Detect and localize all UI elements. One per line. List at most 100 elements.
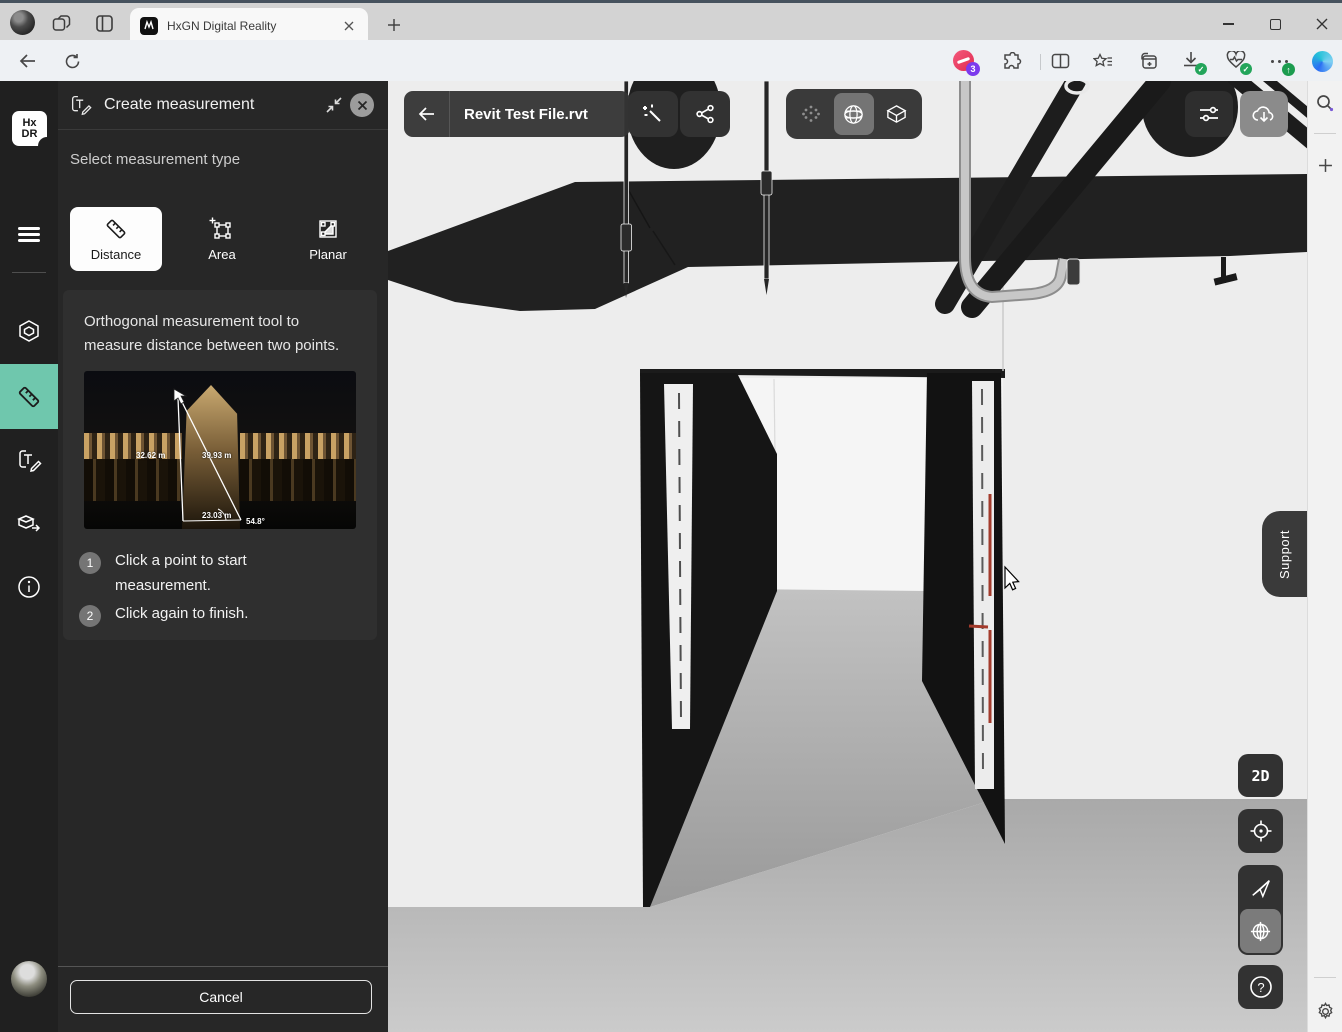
locate-button[interactable] <box>1238 809 1283 853</box>
hamburger-icon <box>17 226 41 242</box>
download-asset-button[interactable] <box>1240 91 1288 137</box>
3d-viewer[interactable]: Revit Test File.rvt <box>388 81 1307 1032</box>
share-button[interactable] <box>680 91 730 137</box>
panel-header: Create measurement <box>58 81 388 130</box>
refresh-icon[interactable] <box>60 49 84 73</box>
step-1-text: Click a point to start measurement. <box>115 549 345 599</box>
measurement-type-label: Select measurement type <box>70 151 240 168</box>
support-tab[interactable]: Support <box>1262 511 1307 597</box>
globe-crosshair-icon <box>1249 920 1272 943</box>
distance-ruler-icon <box>103 216 129 242</box>
type-planar-label: Planar <box>309 247 347 262</box>
cancel-button[interactable]: Cancel <box>70 980 372 1014</box>
downloads-icon[interactable]: ✓ <box>1180 49 1204 73</box>
revit-model-scene <box>388 81 1307 1032</box>
close-panel-button[interactable] <box>348 91 376 119</box>
create-measurement-panel: Create measurement Select measurement t <box>58 81 388 1032</box>
settings-more-icon[interactable]: ↑ <box>1268 49 1292 73</box>
step-2: 2 Click again to finish. <box>79 602 345 627</box>
browser-titlebar: HxGN Digital Reality <box>0 3 1342 40</box>
window-maximize-button[interactable] <box>1260 15 1290 33</box>
red-marker-tick <box>969 626 988 627</box>
window-minimize-button[interactable] <box>1213 15 1243 33</box>
split-screen-icon[interactable] <box>1048 49 1072 73</box>
back-to-assets-button[interactable] <box>404 91 450 137</box>
mesh-sphere-icon <box>842 103 865 126</box>
type-planar-button[interactable]: Planar <box>282 207 374 271</box>
rail-item-export[interactable] <box>0 495 58 551</box>
globe-mode-button[interactable] <box>1240 909 1281 953</box>
help-button[interactable]: ? <box>1238 965 1283 1009</box>
example-label-3: 23.03 m <box>202 511 231 520</box>
essentials-check-badge: ✓ <box>1240 63 1252 75</box>
collections-icon[interactable] <box>1136 49 1160 73</box>
tab-close-icon[interactable] <box>340 17 358 35</box>
navigation-mode-group <box>1238 865 1283 955</box>
panel-title: Create measurement <box>104 96 320 114</box>
edge-sidebar <box>1307 81 1342 1032</box>
example-image: 32.62 m 39.93 m 23.03 m 54.8° <box>84 371 356 529</box>
cube-icon <box>17 319 41 343</box>
panel-footer-divider <box>58 966 388 967</box>
browser-tab[interactable]: HxGN Digital Reality <box>130 8 368 43</box>
type-distance-label: Distance <box>91 247 142 262</box>
scene-settings-button[interactable] <box>1185 91 1233 137</box>
point-cloud-icon <box>800 103 822 125</box>
target-icon <box>1249 819 1273 843</box>
tab-actions-icon[interactable] <box>93 12 115 34</box>
example-label-1: 32.62 m <box>136 451 165 460</box>
magic-wand-button[interactable] <box>628 91 678 137</box>
planar-icon <box>315 216 341 242</box>
browser-profile-avatar[interactable] <box>10 10 35 35</box>
toolbar-divider <box>1040 54 1041 70</box>
2d-view-button[interactable]: 2D <box>1238 754 1283 797</box>
mode-model-button[interactable] <box>877 93 917 135</box>
type-area-label: Area <box>208 247 235 262</box>
step-2-badge: 2 <box>79 605 101 627</box>
rail-item-annotate[interactable] <box>0 432 58 488</box>
main-menu-button[interactable] <box>0 206 58 262</box>
step-1-badge: 1 <box>79 552 101 574</box>
rail-item-info[interactable] <box>0 559 58 615</box>
copilot-icon[interactable] <box>1310 49 1334 73</box>
type-area-button[interactable]: Area <box>176 207 268 271</box>
app-left-rail: Hx DR <box>0 81 58 1032</box>
cloud-download-icon <box>1251 102 1277 126</box>
favorites-bar-icon[interactable] <box>1091 49 1115 73</box>
sidebar-add-icon[interactable] <box>1313 153 1337 177</box>
step-1: 1 Click a point to start measurement. <box>79 549 345 599</box>
extension-shortcut-icon[interactable]: 3 <box>952 49 976 73</box>
hxdr-logo: Hx DR <box>12 111 47 146</box>
file-name: Revit Test File.rvt <box>464 106 588 123</box>
mode-pointcloud-button[interactable] <box>791 93 831 135</box>
back-icon[interactable] <box>16 49 40 73</box>
model-box-icon <box>885 103 908 126</box>
area-icon <box>209 216 235 242</box>
update-badge: ↑ <box>1282 63 1295 76</box>
mode-mesh-button[interactable] <box>834 93 874 135</box>
ruler-icon <box>15 383 43 411</box>
window-close-button[interactable] <box>1307 15 1337 33</box>
info-icon <box>17 575 41 599</box>
sidebar-search-icon[interactable] <box>1313 91 1337 115</box>
rail-item-measure-active[interactable] <box>0 364 58 429</box>
export-model-icon <box>16 511 42 535</box>
new-tab-button[interactable] <box>383 14 405 36</box>
tool-description: Orthogonal measurement tool to measure d… <box>84 310 356 358</box>
rail-item-models[interactable] <box>0 303 58 359</box>
sidebar-settings-icon[interactable] <box>1313 999 1337 1023</box>
sliders-icon <box>1197 102 1221 126</box>
fly-mode-button[interactable] <box>1238 865 1283 910</box>
metal-pipe-cap <box>1067 259 1080 285</box>
browser-window: HxGN Digital Reality <box>0 0 1342 1032</box>
collapse-panel-button[interactable] <box>320 91 348 119</box>
extensions-icon[interactable] <box>1000 49 1024 73</box>
download-check-badge: ✓ <box>1195 63 1207 75</box>
back-arrow-icon <box>418 106 436 122</box>
tab-favicon <box>140 17 158 35</box>
help-icon: ? <box>1248 974 1274 1000</box>
user-avatar[interactable] <box>11 961 47 997</box>
workspaces-icon[interactable] <box>50 12 72 34</box>
type-distance-button[interactable]: Distance <box>70 207 162 271</box>
browser-essentials-icon[interactable]: ✓ <box>1225 49 1249 73</box>
